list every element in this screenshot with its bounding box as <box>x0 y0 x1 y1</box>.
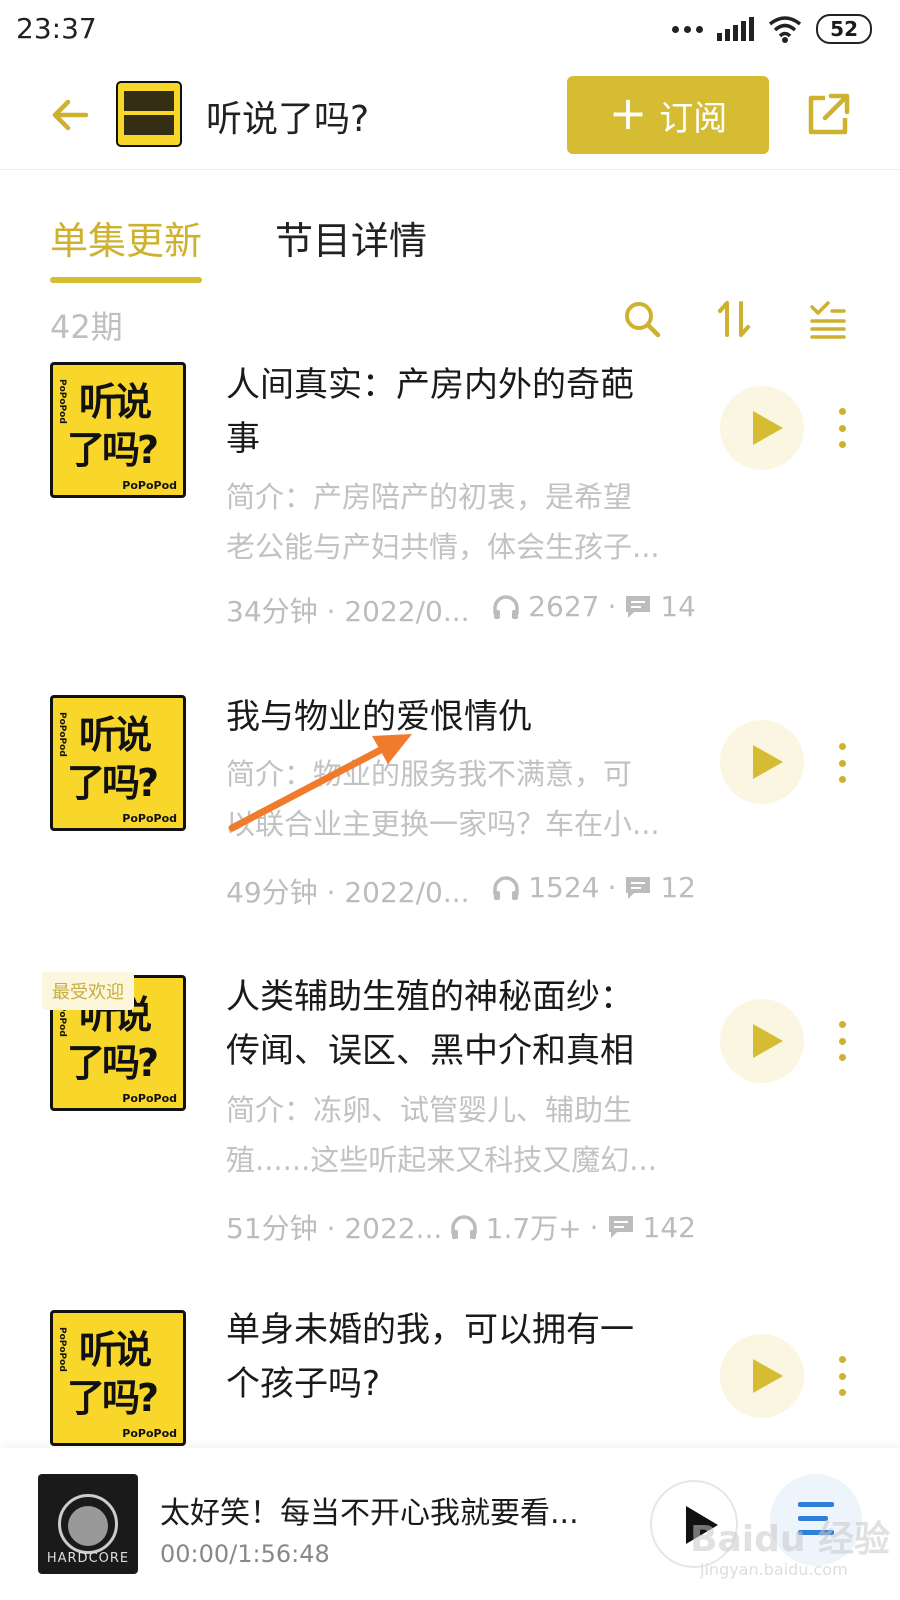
episode-comments: 142 <box>642 1210 696 1244</box>
plus-icon: + <box>608 86 648 140</box>
cover-brand: PoPoPod <box>122 1427 177 1440</box>
episode-count: 42期 <box>50 308 123 346</box>
cover-side-text: PoPoPod <box>57 379 67 424</box>
player-time: 00:00/1:56:48 <box>160 1540 330 1568</box>
comment-icon <box>626 876 651 899</box>
episode-duration-date: 34分钟 · 2022/0... <box>226 595 470 628</box>
episode-title-line: 单身未婚的我，可以拥有一 <box>226 1310 634 1350</box>
cover-line2: 了吗? <box>67 428 159 472</box>
signal-icon <box>717 17 755 41</box>
episode-description: 简介：产房陪产的初衷，是希望 老公能与产妇共情，体会生孩子... <box>226 472 696 572</box>
episode-title-line: 传闻、误区、黑中介和真相 <box>226 1031 634 1071</box>
watermark-url: jingyan.baidu.com <box>700 1560 848 1579</box>
app-header: 听说了吗? + 订阅 <box>0 62 900 170</box>
cover-line2: 了吗? <box>67 761 159 805</box>
play-button[interactable] <box>720 999 804 1083</box>
artwork-label: HARDCORE <box>46 1551 130 1566</box>
filter-list-icon[interactable] <box>806 297 850 341</box>
cover-line2: 了吗? <box>67 1376 159 1420</box>
episode-title-line: 我与物业的爱恨情仇 <box>226 697 532 737</box>
episode-title[interactable]: 人类辅助生殖的神秘面纱： 传闻、误区、黑中介和真相 <box>226 970 676 1078</box>
player-title: 太好笑！每当不开心我就要看... <box>160 1496 579 1531</box>
episode-cover: PoPoPod 听说 了吗? PoPoPod <box>50 695 186 831</box>
episode-title-line: 人类辅助生殖的神秘面纱： <box>226 977 634 1017</box>
cover-side-text: PoPoPod <box>57 712 67 757</box>
episode-desc-line: 简介：产房陪产的初衷，是希望 <box>226 480 633 514</box>
episode-desc-line: 老公能与产妇共情，体会生孩子... <box>226 530 660 564</box>
tab-episodes[interactable]: 单集更新 <box>50 210 203 283</box>
episode-item[interactable]: PoPoPod 听说 了吗? PoPoPod 我与物业的爱恨情仇 简介：物业的服… <box>0 695 900 955</box>
status-bar: 23:37 52 <box>0 0 900 62</box>
wifi-icon <box>769 16 802 43</box>
episode-plays: 1524 <box>528 871 600 904</box>
episode-cover: PoPoPod 听说 了吗? PoPoPod <box>50 1310 186 1446</box>
cover-brand: PoPoPod <box>122 1092 177 1105</box>
episode-duration-date: 51分钟 · 2022... <box>226 1212 443 1245</box>
episode-item[interactable]: PoPoPod 听说 了吗? PoPoPod 最受欢迎 人类辅助生殖的神秘面纱：… <box>0 972 900 1265</box>
episode-description: 简介：冻卵、试管婴儿、辅助生 殖......这些听起来又科技又魔幻... <box>226 1085 696 1185</box>
episode-plays: 2627 <box>528 590 600 623</box>
cover-brand: PoPoPod <box>122 479 177 492</box>
episode-comments: 14 <box>660 590 696 623</box>
comment-icon <box>608 1216 633 1238</box>
episode-plays: 1.7万+ <box>485 1212 582 1245</box>
battery-indicator: 52 <box>816 14 872 44</box>
cover-line2: 了吗? <box>67 1041 159 1085</box>
episode-desc-line: 以联合业主更换一家吗？车在小... <box>226 807 660 841</box>
episode-title[interactable]: 我与物业的爱恨情仇 <box>226 690 676 744</box>
meta-separator: · <box>607 871 617 904</box>
cover-brand: PoPoPod <box>122 812 177 825</box>
share-icon[interactable] <box>803 90 853 140</box>
tab-details[interactable]: 节目详情 <box>275 210 427 265</box>
meta-separator: · <box>589 1210 599 1244</box>
more-vertical-icon[interactable] <box>836 1021 848 1061</box>
episode-title-line: 人间真实：产房内外的奇葩 <box>226 365 634 405</box>
more-dots-icon <box>672 25 704 33</box>
cover-line1: 听说 <box>79 380 152 424</box>
podcast-logo <box>116 81 182 147</box>
cover-line1: 听说 <box>79 1328 152 1372</box>
episode-description: 简介：物业的服务我不满意，可 以联合业主更换一家吗？车在小... <box>226 749 696 849</box>
episode-meta: 34分钟 · 2022/0... 2627 · 14 <box>226 590 696 630</box>
play-button[interactable] <box>720 720 804 804</box>
watermark: Baidu 经验 <box>690 1519 891 1560</box>
comment-icon <box>626 595 651 618</box>
episode-cover: PoPoPod 听说 了吗? PoPoPod <box>50 362 186 498</box>
episode-title[interactable]: 人间真实：产房内外的奇葩 事 <box>226 358 676 466</box>
episode-item[interactable]: PoPoPod 听说 了吗? PoPoPod 人间真实：产房内外的奇葩 事 简介… <box>0 360 900 660</box>
subscribe-label: 订阅 <box>659 98 728 139</box>
episode-title-line: 个孩子吗? <box>226 1364 381 1404</box>
episode-meta: 51分钟 · 2022... 1.7万+ · 142 <box>226 1207 696 1247</box>
status-icons: 52 <box>672 14 872 44</box>
cover-side-text: PoPoPod <box>57 1327 67 1372</box>
page-title: 听说了吗? <box>206 99 370 140</box>
sort-icon[interactable] <box>712 297 756 341</box>
episode-duration-date: 49分钟 · 2022/0... <box>226 876 470 909</box>
status-time: 23:37 <box>16 12 97 45</box>
episode-item[interactable]: PoPoPod 听说 了吗? PoPoPod 单身未婚的我，可以拥有一 个孩子吗… <box>0 1308 900 1448</box>
episode-desc-line: 殖......这些听起来又科技又魔幻... <box>226 1143 657 1177</box>
subscribe-button[interactable]: + 订阅 <box>567 76 769 154</box>
popular-badge: 最受欢迎 <box>42 972 134 1010</box>
headphones-icon <box>493 875 519 900</box>
episode-title[interactable]: 单身未婚的我，可以拥有一 个孩子吗? <box>226 1308 676 1411</box>
more-vertical-icon[interactable] <box>836 743 848 783</box>
more-vertical-icon[interactable] <box>836 408 848 448</box>
headphones-icon <box>450 1215 477 1239</box>
episode-desc-line: 简介：物业的服务我不满意，可 <box>226 757 633 791</box>
episode-meta: 49分钟 · 2022/0... 1524 · 12 <box>226 871 696 911</box>
more-vertical-icon[interactable] <box>836 1356 848 1396</box>
cover-line1: 听说 <box>79 713 152 757</box>
play-button[interactable] <box>720 1334 804 1418</box>
episode-comments: 12 <box>660 871 696 904</box>
search-icon[interactable] <box>620 297 664 341</box>
episode-desc-line: 简介：冻卵、试管婴儿、辅助生 <box>226 1093 633 1127</box>
play-button[interactable] <box>720 386 804 470</box>
episode-title-line: 事 <box>226 419 260 459</box>
back-arrow-icon[interactable] <box>46 90 96 140</box>
headphones-icon <box>493 594 519 619</box>
player-artwork: HARDCORE <box>38 1474 138 1574</box>
meta-separator: · <box>607 590 617 623</box>
tab-bar: 单集更新 节目详情 <box>0 170 900 283</box>
